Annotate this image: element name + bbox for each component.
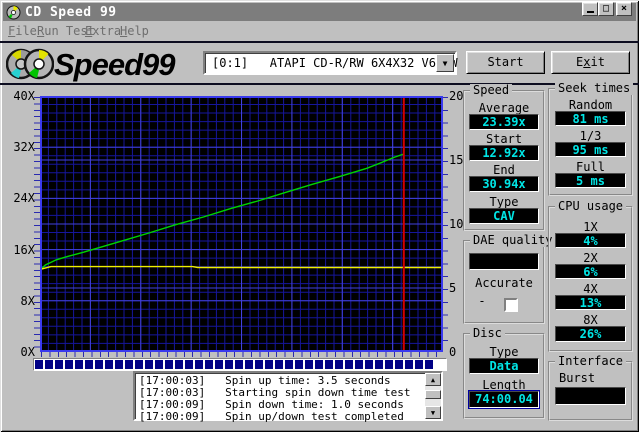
cd-speed-logo-icon — [6, 48, 54, 80]
cpu-1x-label: 1X — [583, 220, 598, 234]
interface-panel-legend: Interface — [555, 355, 627, 368]
cpu-4x-display: 13% — [555, 295, 626, 310]
accurate-checkbox[interactable] — [504, 298, 518, 312]
maximize-button[interactable]: □ — [598, 2, 614, 16]
window-title: CD Speed 99 — [25, 4, 117, 20]
accurate-label: Accurate — [475, 276, 533, 290]
disc-type-display: Data — [469, 358, 539, 374]
y-axis-left-label: 0X — [20, 345, 35, 359]
burst-label: Burst — [559, 371, 596, 385]
full-seek-label: Full — [576, 160, 605, 174]
progress-bar — [33, 358, 447, 371]
dae-quality-panel-legend: DAE quality — [470, 234, 556, 247]
maximize-icon: □ — [602, 3, 610, 14]
full-seek-display: 5 ms — [555, 173, 626, 188]
close-icon: × — [620, 3, 628, 14]
scroll-up-button[interactable]: ▲ — [425, 373, 441, 386]
speed-type-label: Type — [489, 195, 519, 209]
start-button[interactable]: Start — [466, 51, 545, 74]
end-speed-label: End — [493, 163, 515, 177]
cpu-2x-display: 6% — [555, 264, 626, 279]
axis-ticks-left — [34, 97, 40, 351]
cpu-4x-label: 4X — [583, 282, 598, 296]
scroll-thumb[interactable] — [425, 390, 441, 399]
axis-ticks-bottom — [41, 352, 443, 357]
scroll-down-button[interactable]: ▼ — [425, 406, 441, 419]
y-axis-left-label: 40X — [13, 89, 35, 103]
menu-divider — [0, 41, 639, 43]
cpu-8x-label: 8X — [583, 313, 598, 327]
log-line: [17:00:09] Spin down time: 1.0 seconds — [139, 398, 404, 411]
toolbar-divider — [0, 83, 639, 85]
minimize-icon — [587, 11, 594, 13]
start-speed-label: Start — [485, 132, 523, 146]
y-axis-left-label: 24X — [13, 191, 35, 205]
exit-button[interactable]: Exit — [551, 51, 630, 74]
menu-item-extra[interactable]: Extra — [85, 24, 121, 38]
dae-quality-display — [469, 253, 539, 270]
third-seek-label: 1/3 — [579, 129, 602, 143]
drive-select-value: [0:1] ATAPI CD-R/RW 6X4X32 V6.CW — [212, 56, 458, 70]
log-line: [17:00:09] Spin up/down test completed — [139, 410, 404, 423]
log-box[interactable]: [17:00:03] Spin up time: 3.5 seconds [17… — [133, 371, 443, 423]
minimize-button[interactable] — [582, 2, 598, 16]
disc-type-label: Type — [489, 345, 519, 359]
cpu-2x-label: 2X — [583, 251, 598, 265]
title-bar[interactable]: CD Speed 99 — [3, 3, 636, 21]
logo-text: Speed99 — [54, 47, 176, 82]
y-axis-left-label: 16X — [13, 243, 35, 257]
menu-item-help[interactable]: Help — [120, 24, 149, 38]
average-label: Average — [478, 101, 530, 115]
app-cd-icon — [6, 5, 21, 19]
cpu-1x-display: 4% — [555, 233, 626, 248]
random-seek-label: Random — [568, 98, 613, 112]
y-axis-left-label: 8X — [20, 294, 35, 308]
seek-times-panel: Seek times Random 81 ms 1/3 95 ms Full 5… — [548, 82, 634, 196]
speed-type-display: CAV — [469, 208, 539, 224]
menu-item-file[interactable]: File — [8, 24, 37, 38]
drive-select[interactable]: [0:1] ATAPI CD-R/RW 6X4X32 V6.CW ▼ — [203, 51, 458, 75]
scroll-up-icon: ▲ — [430, 376, 436, 384]
end-speed-display: 30.94x — [469, 176, 539, 192]
menu-bar: File Run Test Extra Help — [3, 21, 636, 40]
scroll-down-icon: ▼ — [430, 409, 436, 417]
cpu-usage-panel-legend: CPU usage — [555, 200, 627, 213]
random-seek-display: 81 ms — [555, 111, 626, 126]
dae-quality-panel: DAE quality Accurate - — [463, 234, 556, 324]
burst-display — [555, 387, 626, 405]
disc-length-display: 74:00.04 — [468, 390, 540, 409]
close-button[interactable]: × — [616, 2, 632, 16]
average-speed-display: 23.39x — [469, 114, 539, 130]
third-seek-display: 95 ms — [555, 142, 626, 157]
interface-panel: Interface Burst — [548, 355, 633, 421]
chevron-down-icon: ▼ — [442, 59, 448, 68]
cpu-8x-display: 26% — [555, 326, 626, 342]
seek-times-panel-legend: Seek times — [555, 82, 634, 95]
log-scrollbar[interactable]: ▲ ▼ — [425, 373, 441, 419]
cpu-usage-panel: CPU usage 1X 4% 2X 6% 4X 13% 8X 26% — [548, 200, 633, 352]
disc-panel: Disc Type Data Length 74:00.04 — [463, 327, 545, 419]
y-axis-left-label: 32X — [13, 140, 35, 154]
axis-ticks-right — [443, 97, 448, 351]
disc-panel-legend: Disc — [470, 327, 505, 340]
dropdown-arrow-button[interactable]: ▼ — [436, 54, 454, 72]
log-line: [17:00:03] Starting spin down time test — [139, 386, 411, 399]
speed-panel-legend: Speed — [470, 84, 513, 97]
disc-length-label: Length — [482, 378, 526, 392]
start-speed-display: 12.92x — [469, 145, 539, 161]
speed-chart-canvas — [39, 96, 443, 352]
speed-panel: Speed Average 23.39x Start 12.92x End 30… — [463, 84, 545, 231]
log-line: [17:00:03] Spin up time: 3.5 seconds — [139, 374, 391, 387]
speed-chart — [39, 96, 443, 352]
app-window: CD Speed 99 □ × File Run Test Extra Help… — [0, 0, 639, 432]
